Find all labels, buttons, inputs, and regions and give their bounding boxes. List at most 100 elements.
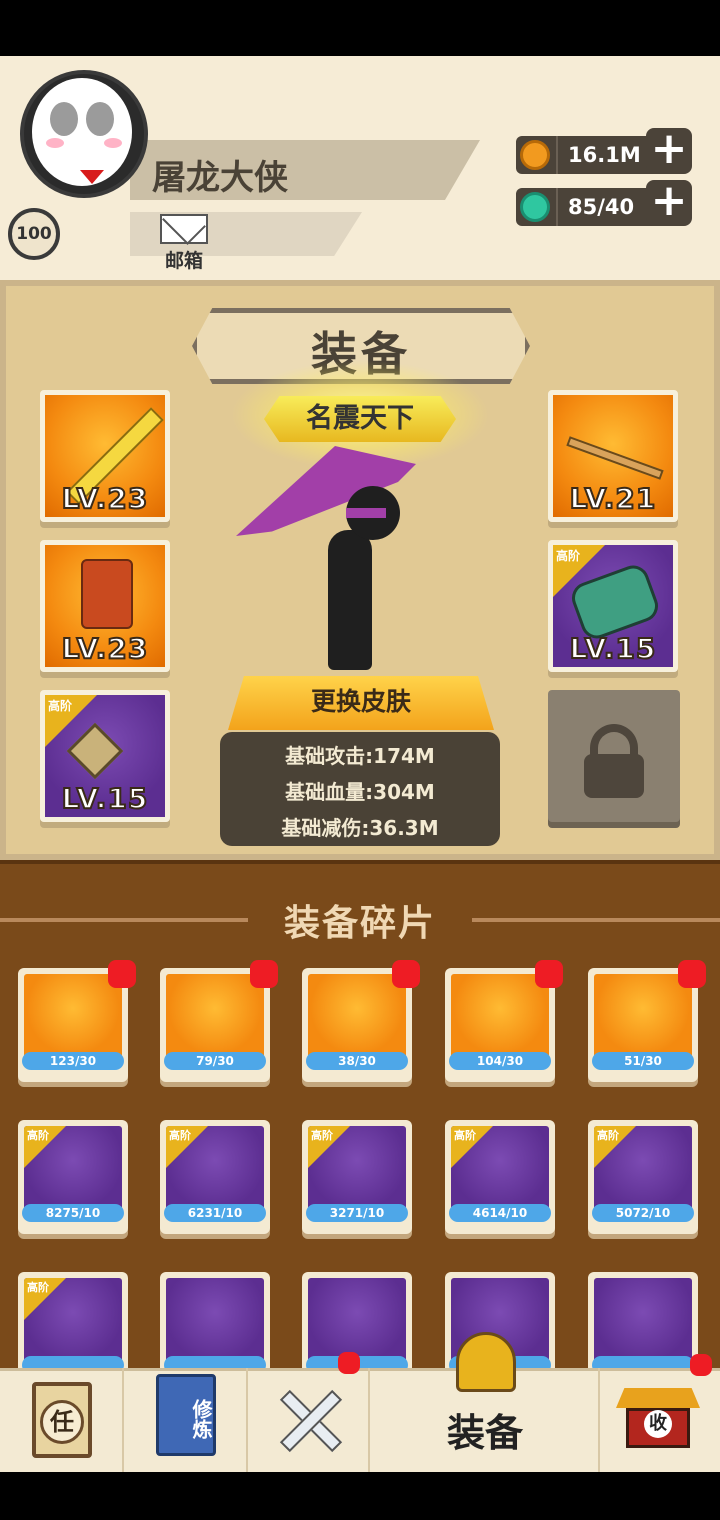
- pendant-icon: [66, 722, 124, 780]
- character-body: [328, 530, 372, 670]
- key-staff-icon: [566, 436, 664, 480]
- notification-badge: [678, 960, 706, 988]
- notification-badge: [535, 960, 563, 988]
- fragments-title: 装备碎片: [283, 903, 436, 944]
- avatar-eye-right: [86, 102, 114, 136]
- energy-counter: 85/40: [516, 188, 664, 226]
- stat-defense: 基础减伤:36.3M: [281, 816, 439, 840]
- fragment-card[interactable]: 104/30: [445, 960, 563, 1082]
- base-stats-box: 基础攻击:174M 基础血量:304M 基础减伤:36.3M: [220, 732, 500, 846]
- fragment-count: 51/30: [592, 1052, 694, 1070]
- fragment-count: 79/30: [164, 1052, 266, 1070]
- rank-title-badge[interactable]: 名震天下: [264, 396, 456, 442]
- fragment-item-icon: 高阶: [166, 1126, 264, 1212]
- player-level-badge: 100: [8, 208, 60, 260]
- fragment-card[interactable]: 高阶 6231/10: [160, 1120, 270, 1234]
- slot-level: LV.23: [61, 481, 149, 516]
- collect-label: 收: [644, 1410, 672, 1438]
- fragment-count: 6231/10: [164, 1204, 266, 1222]
- mail-button[interactable]: 邮箱: [156, 214, 212, 272]
- nav-collect[interactable]: 收: [600, 1354, 720, 1472]
- task-label: 任: [40, 1400, 84, 1444]
- avatar-blush-right: [104, 138, 122, 148]
- fragment-count: 123/30: [22, 1052, 124, 1070]
- energy-value: 85/40: [556, 188, 656, 226]
- fragment-item-icon: 高阶: [24, 1126, 122, 1212]
- fragment-card[interactable]: 高阶 8275/10: [18, 1120, 128, 1234]
- nav-equip[interactable]: 装备: [370, 1332, 600, 1472]
- book-icon: 修炼: [156, 1374, 216, 1456]
- tier-label: 高阶: [597, 1129, 619, 1142]
- tier-label: 高阶: [556, 549, 581, 563]
- tier-label: 高阶: [27, 1281, 49, 1294]
- gold-coin-icon: [520, 140, 550, 170]
- fragment-item-icon: [166, 974, 264, 1060]
- fragment-item-icon: [594, 1278, 692, 1364]
- character-mask: [346, 508, 386, 518]
- fragment-item-icon: [308, 1278, 406, 1364]
- change-skin-button[interactable]: 更换皮肤: [228, 676, 494, 730]
- fragment-card[interactable]: 高阶 3271/10: [302, 1120, 412, 1234]
- equip-slot-weapon[interactable]: LV.23: [40, 390, 170, 522]
- fragment-card[interactable]: 38/30: [302, 960, 420, 1082]
- avatar-eye-left: [50, 102, 78, 136]
- fragment-count: 8275/10: [22, 1204, 124, 1222]
- equip-slot-necklace[interactable]: 高阶 LV.15: [40, 690, 170, 822]
- fragment-card[interactable]: 79/30: [160, 960, 278, 1082]
- fragment-count: 5072/10: [592, 1204, 694, 1222]
- nav-cultivate[interactable]: 修炼: [124, 1368, 248, 1472]
- fragment-item-icon: 高阶: [451, 1126, 549, 1212]
- fragment-count: 4614/10: [449, 1204, 551, 1222]
- add-gold-button[interactable]: +: [646, 127, 692, 174]
- equip-label: 装备: [446, 1411, 523, 1455]
- fragment-item-icon: [166, 1278, 264, 1364]
- nav-battle[interactable]: [248, 1352, 370, 1472]
- fragment-count: 104/30: [449, 1052, 551, 1070]
- pavilion-roof-icon: [616, 1388, 700, 1408]
- equip-slot-accessory[interactable]: LV.21: [548, 390, 678, 522]
- fragment-item-icon: [594, 974, 692, 1060]
- notification-badge: [250, 960, 278, 988]
- fragment-item-icon: [308, 974, 406, 1060]
- stat-attack: 基础攻击:174M: [285, 744, 435, 768]
- add-energy-button[interactable]: +: [646, 179, 692, 226]
- tier-label: 高阶: [27, 1129, 49, 1142]
- fragment-card[interactable]: 51/30: [588, 960, 706, 1082]
- player-avatar[interactable]: [20, 70, 148, 198]
- fragment-card[interactable]: 高阶 5072/10: [588, 1120, 698, 1234]
- mail-icon: [160, 214, 208, 244]
- slot-level: LV.23: [61, 631, 149, 666]
- tier-label: 高阶: [454, 1129, 476, 1142]
- nav-task[interactable]: 任: [0, 1368, 124, 1472]
- fragment-item-icon: [24, 974, 122, 1060]
- fragment-card[interactable]: 高阶 4614/10: [445, 1120, 555, 1234]
- slot-level: LV.21: [569, 481, 657, 516]
- stat-hp: 基础血量:304M: [285, 780, 435, 804]
- equip-slot-bracer[interactable]: 高阶 LV.15: [548, 540, 678, 672]
- fragment-item-icon: 高阶: [594, 1126, 692, 1212]
- tier-label: 高阶: [311, 1129, 333, 1142]
- status-bar: [0, 0, 720, 56]
- tier-label: 高阶: [169, 1129, 191, 1142]
- fragment-count: 38/30: [306, 1052, 408, 1070]
- gold-value: 16.1M: [556, 136, 656, 174]
- notification-badge: [690, 1354, 712, 1376]
- system-nav-bar: [0, 1472, 720, 1520]
- notification-badge: [392, 960, 420, 988]
- green-bracer-icon: [567, 561, 663, 643]
- tier-label: 高阶: [48, 699, 73, 713]
- fragment-item-icon: 高阶: [308, 1126, 406, 1212]
- mail-label: 邮箱: [164, 250, 203, 272]
- player-name: 屠龙大侠: [152, 158, 288, 198]
- red-armor-icon: [81, 559, 133, 629]
- fragment-item-icon: 高阶: [24, 1278, 122, 1364]
- notification-badge: [338, 1352, 360, 1374]
- fragment-card[interactable]: 123/30: [18, 960, 136, 1082]
- slot-level: LV.15: [61, 781, 149, 816]
- avatar-face: [32, 78, 132, 186]
- helmet-icon: [456, 1332, 516, 1392]
- equip-slot-armor[interactable]: LV.23: [40, 540, 170, 672]
- locked-slot[interactable]: [548, 690, 680, 822]
- energy-drop-icon: [520, 192, 550, 222]
- slot-level: LV.15: [569, 631, 657, 666]
